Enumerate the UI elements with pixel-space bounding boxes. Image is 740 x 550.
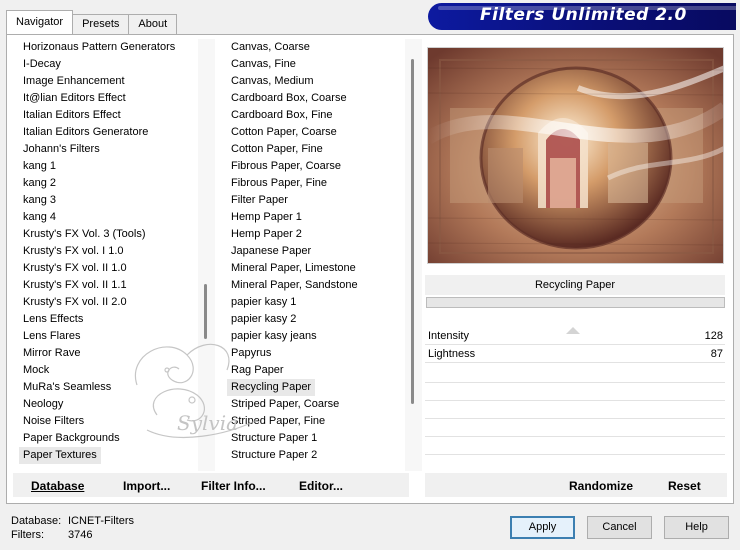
filter-scrollbar[interactable] — [405, 39, 422, 471]
watermark-flourish: Sylvia — [134, 343, 258, 439]
banner-title: Filters Unlimited 2.0 — [480, 5, 687, 25]
filter-scroll-thumb[interactable] — [411, 59, 414, 404]
apply-button[interactable]: Apply — [510, 516, 575, 539]
database-status-value: ICNET-Filters — [68, 515, 134, 527]
category-list-item[interactable]: Neology — [19, 398, 63, 410]
category-list-item[interactable]: Image Enhancement — [19, 75, 125, 87]
filter-list-item[interactable]: Cardboard Box, Fine — [227, 109, 333, 121]
category-list-item[interactable]: kang 4 — [19, 211, 56, 223]
navigator-panel: Horizonaus Pattern Generators I-Decay Imag… — [6, 34, 734, 504]
status-area: Database: ICNET-Filters Filters: 3746 — [11, 514, 134, 542]
filter-list-item[interactable]: Mineral Paper, Sandstone — [227, 279, 358, 291]
category-list-item[interactable]: Noise Filters — [19, 415, 84, 427]
filter-list-item[interactable]: Fibrous Paper, Coarse — [227, 160, 341, 172]
slider-panel: Intensity 128 Lightness 87 — [425, 327, 725, 363]
intensity-slider-thumb[interactable] — [566, 327, 580, 334]
preview-image — [427, 47, 724, 264]
filter-list-item[interactable]: Hemp Paper 2 — [227, 228, 302, 240]
filter-list-item[interactable]: Filter Paper — [227, 194, 288, 206]
category-list-item[interactable]: MuRa's Seamless — [19, 381, 111, 393]
category-list-item[interactable]: kang 2 — [19, 177, 56, 189]
category-list-item[interactable]: I-Decay — [19, 58, 61, 70]
category-list-item[interactable]: Johann's Filters — [19, 143, 100, 155]
category-list-item[interactable]: Krusty's FX vol. II 2.0 — [19, 296, 127, 308]
tab-navigator[interactable]: Navigator — [6, 10, 74, 34]
title-banner: Filters Unlimited 2.0 — [428, 3, 736, 30]
database-button-label: Database — [31, 479, 85, 493]
filter-info-button[interactable]: Filter Info... — [201, 479, 266, 493]
filter-list-item[interactable]: papier kasy 2 — [227, 313, 296, 325]
filter-list-item[interactable]: Canvas, Coarse — [227, 41, 310, 53]
category-list-item[interactable]: Krusty's FX Vol. 3 (Tools) — [19, 228, 146, 240]
filter-list-item[interactable]: Cotton Paper, Fine — [227, 143, 323, 155]
tab-about[interactable]: About — [128, 14, 178, 34]
filter-list-item[interactable]: Canvas, Fine — [227, 58, 296, 70]
tab-presets[interactable]: Presets — [72, 14, 130, 34]
category-list-item[interactable]: Paper Textures — [19, 447, 101, 464]
database-button[interactable]: Database — [31, 479, 84, 493]
lightness-value: 87 — [710, 348, 723, 360]
intensity-label: Intensity — [428, 330, 469, 342]
import-button[interactable]: Import... — [123, 479, 170, 493]
category-list-item[interactable]: Mock — [19, 364, 49, 376]
filters-status-label: Filters: — [11, 529, 44, 541]
filter-list-item[interactable]: Japanese Paper — [227, 245, 311, 257]
lightness-slider[interactable]: Lightness 87 — [425, 345, 725, 363]
randomize-button[interactable]: Randomize — [569, 479, 633, 493]
category-list-item[interactable]: It@lian Editors Effect — [19, 92, 126, 104]
filter-toolbar: Randomize Reset — [425, 473, 727, 497]
preview-artwork — [428, 48, 723, 263]
filter-list-item[interactable]: Cotton Paper, Coarse — [227, 126, 337, 138]
filter-list-item[interactable]: Mineral Paper, Limestone — [227, 262, 356, 274]
import-button-label: Import... — [123, 479, 171, 493]
editor-button[interactable]: Editor... — [299, 479, 343, 493]
category-list-item[interactable]: kang 3 — [19, 194, 56, 206]
filter-info-button-label: Filter Info... — [201, 479, 266, 493]
category-list-item[interactable]: Krusty's FX vol. I 1.0 — [19, 245, 124, 257]
current-filter-name: Recycling Paper — [425, 275, 725, 295]
filter-list-item[interactable]: Hemp Paper 1 — [227, 211, 302, 223]
category-list-item[interactable]: Krusty's FX vol. II 1.1 — [19, 279, 127, 291]
category-list-item[interactable]: Italian Editors Effect — [19, 109, 121, 121]
filters-status-value: 3746 — [68, 529, 93, 541]
intensity-slider[interactable]: Intensity 128 — [425, 327, 725, 345]
category-list-item[interactable]: kang 1 — [19, 160, 56, 172]
filter-list-item[interactable]: Canvas, Medium — [227, 75, 314, 87]
lightness-label: Lightness — [428, 348, 476, 360]
database-status-label: Database: — [11, 515, 62, 527]
tab-bar: Navigator Presets About — [6, 10, 178, 34]
watermark-text: Sylvia — [177, 411, 238, 435]
empty-slider-rows — [425, 365, 725, 455]
cancel-button[interactable]: Cancel — [587, 516, 652, 539]
category-list-item[interactable]: Paper Backgrounds — [19, 432, 120, 444]
database-toolbar: Database Import... Filter Info... Editor… — [13, 473, 409, 497]
preview-progress-bar — [426, 297, 725, 308]
category-list-item[interactable]: Italian Editors Generatore — [19, 126, 148, 138]
editor-button-label: Editor... — [299, 479, 344, 493]
category-list-item[interactable]: Krusty's FX vol. II 1.0 — [19, 262, 127, 274]
filter-list-item[interactable]: Cardboard Box, Coarse — [227, 92, 347, 104]
help-button[interactable]: Help — [664, 516, 729, 539]
intensity-value: 128 — [704, 330, 723, 342]
reset-button[interactable]: Reset — [668, 479, 701, 493]
filter-list-item[interactable]: papier kasy 1 — [227, 296, 296, 308]
category-list-item[interactable]: Mirror Rave — [19, 347, 80, 359]
filter-list-item[interactable]: Fibrous Paper, Fine — [227, 177, 327, 189]
category-list-item[interactable]: Lens Effects — [19, 313, 83, 325]
category-list-item[interactable]: Horizonaus Pattern Generators — [19, 41, 175, 53]
category-list-item[interactable]: Lens Flares — [19, 330, 80, 342]
